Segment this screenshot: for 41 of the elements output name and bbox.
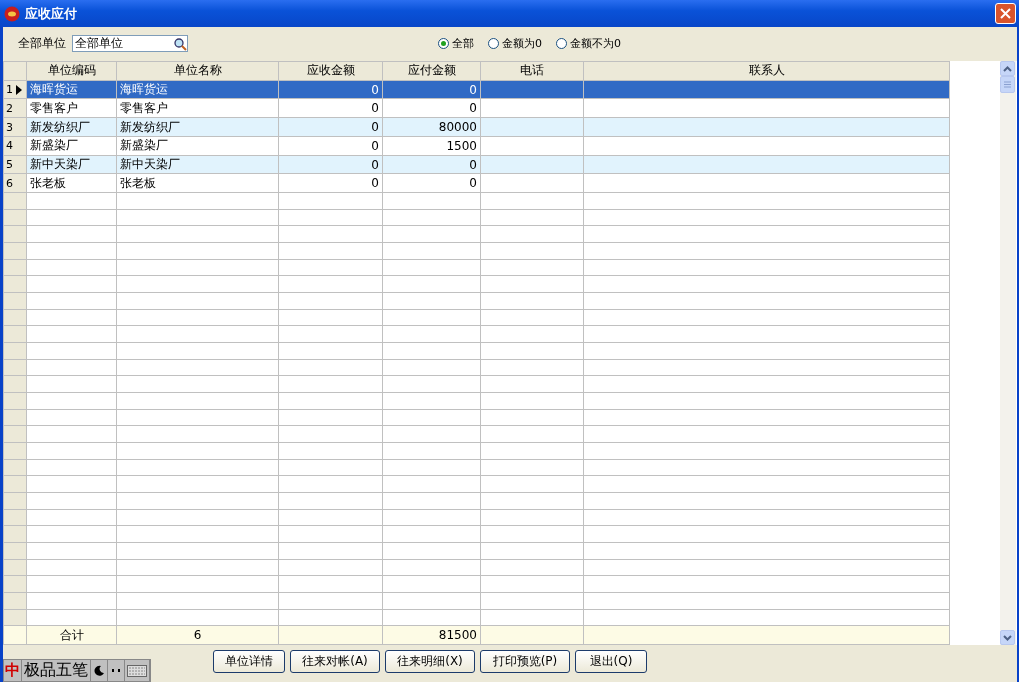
table-cell: 零售客户: [26, 98, 117, 118]
filter-radio[interactable]: 金额不为0: [556, 36, 621, 51]
column-header[interactable]: 电话: [480, 61, 584, 81]
table-cell: 0: [278, 98, 383, 118]
column-header[interactable]: 应付金额: [382, 61, 481, 81]
table-cell: 张老板: [116, 173, 279, 193]
filter-radio[interactable]: 全部: [438, 36, 474, 51]
ime-name[interactable]: 极品五笔: [22, 660, 91, 681]
window-title: 应收应付: [25, 4, 78, 23]
row-header: [3, 61, 27, 81]
unit-field[interactable]: 全部单位: [72, 35, 188, 52]
close-button[interactable]: [995, 3, 1016, 24]
action-button[interactable]: 打印预览(P): [480, 650, 570, 673]
table-cell: 零售客户: [116, 98, 279, 118]
table-cell: 新盛染厂: [116, 136, 279, 156]
scrollbar[interactable]: [1000, 61, 1016, 645]
scroll-thumb[interactable]: [1000, 76, 1015, 93]
column-header[interactable]: 单位名称: [116, 61, 279, 81]
table-cell: 张老板: [26, 173, 117, 193]
scroll-down-icon[interactable]: [1000, 630, 1015, 645]
table-cell: 0: [382, 173, 481, 193]
table-cell: 0: [278, 173, 383, 193]
moon-icon[interactable]: [93, 664, 105, 677]
action-button[interactable]: 往来对帐(A): [290, 650, 380, 673]
filter-label: 全部单位: [18, 35, 66, 52]
search-icon[interactable]: [173, 36, 187, 51]
filter-radio[interactable]: 金额为0: [488, 36, 542, 51]
keyboard-icon[interactable]: [127, 664, 147, 677]
table-cell: 1500: [382, 136, 481, 156]
table-cell: 0: [382, 98, 481, 118]
column-header[interactable]: 单位编码: [26, 61, 117, 81]
scroll-up-icon[interactable]: [1000, 61, 1015, 76]
table-cell: 0: [278, 136, 383, 156]
close-icon[interactable]: [1000, 8, 1011, 19]
column-header[interactable]: 联系人: [583, 61, 950, 81]
column-header[interactable]: 应收金额: [278, 61, 383, 81]
action-button[interactable]: 退出(Q): [575, 650, 647, 673]
action-button[interactable]: 往来明细(X): [385, 650, 475, 673]
table-cell: 新盛染厂: [26, 136, 117, 156]
action-button[interactable]: 单位详情: [213, 650, 285, 673]
app-logo-icon: [4, 5, 20, 22]
